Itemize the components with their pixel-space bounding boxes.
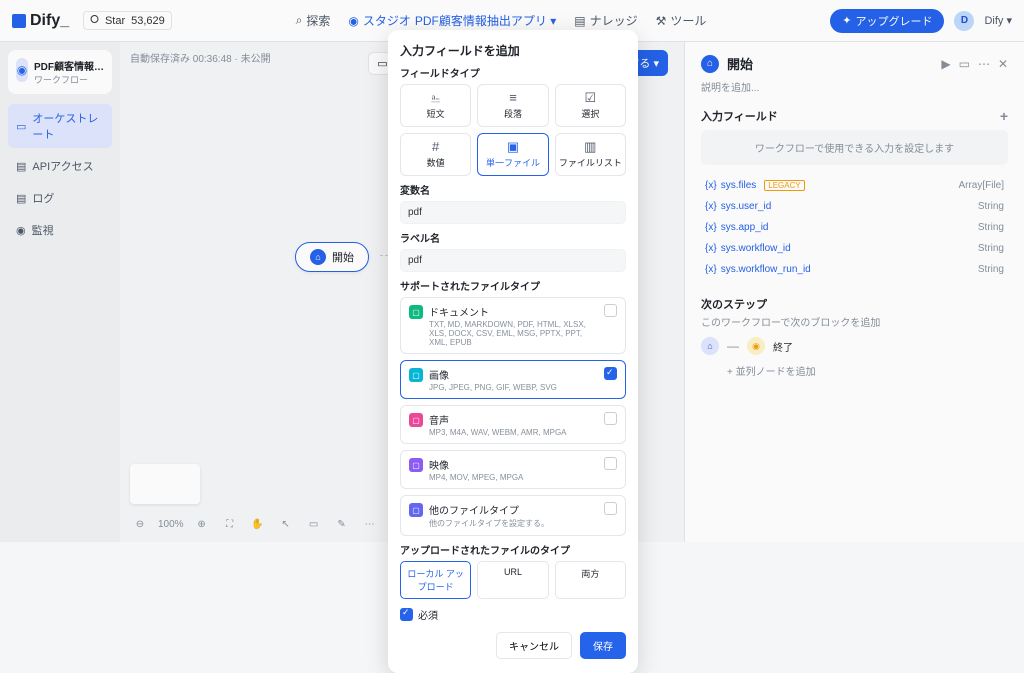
labelname-input[interactable] [400,249,626,272]
filetype-option[interactable]: ▢画像JPG, JPEG, PNG, GIF, WEBP, SVG [400,360,626,399]
upload-option[interactable]: URL [477,561,548,599]
upload-option[interactable]: 両方 [555,561,626,599]
save-button[interactable]: 保存 [580,632,626,659]
filetype-option[interactable]: ▢ドキュメントTXT, MD, MARKDOWN, PDF, HTML, XLS… [400,297,626,354]
required-label: 必須 [418,607,438,622]
required-checkbox[interactable] [400,608,413,621]
varname-label: 変数名 [400,182,626,197]
fieldtype-option[interactable]: ≡段落 [477,84,548,127]
filetype-option[interactable]: ▢映像MP4, MOV, MPEG, MPGA [400,450,626,489]
filetype-option[interactable]: ▢他のファイルタイプ他のファイルタイプを設定する。 [400,495,626,536]
fieldtype-option[interactable]: ⎁短文 [400,84,471,127]
fieldtype-option[interactable]: ▣単一ファイル [477,133,548,176]
upload-option[interactable]: ローカル アップロード [400,561,471,599]
fieldtype-option[interactable]: ☑選択 [555,84,626,127]
upload-label: アップロードされたファイルのタイプ [400,542,626,557]
fieldtype-label: フィールドタイプ [400,65,626,80]
labelname-label: ラベル名 [400,230,626,245]
supported-label: サポートされたファイルタイプ [400,278,626,293]
filetype-option[interactable]: ▢音声MP3, M4A, WAV, WEBM, AMR, MPGA [400,405,626,444]
modal-title: 入力フィールドを追加 [400,42,626,59]
cancel-button[interactable]: キャンセル [496,632,572,659]
varname-input[interactable] [400,201,626,224]
fieldtype-option[interactable]: #数値 [400,133,471,176]
add-field-modal: 入力フィールドを追加 フィールドタイプ ⎁短文≡段落☑選択 #数値▣単一ファイル▥… [388,30,638,673]
fieldtype-option[interactable]: ▥ファイルリスト [555,133,626,176]
